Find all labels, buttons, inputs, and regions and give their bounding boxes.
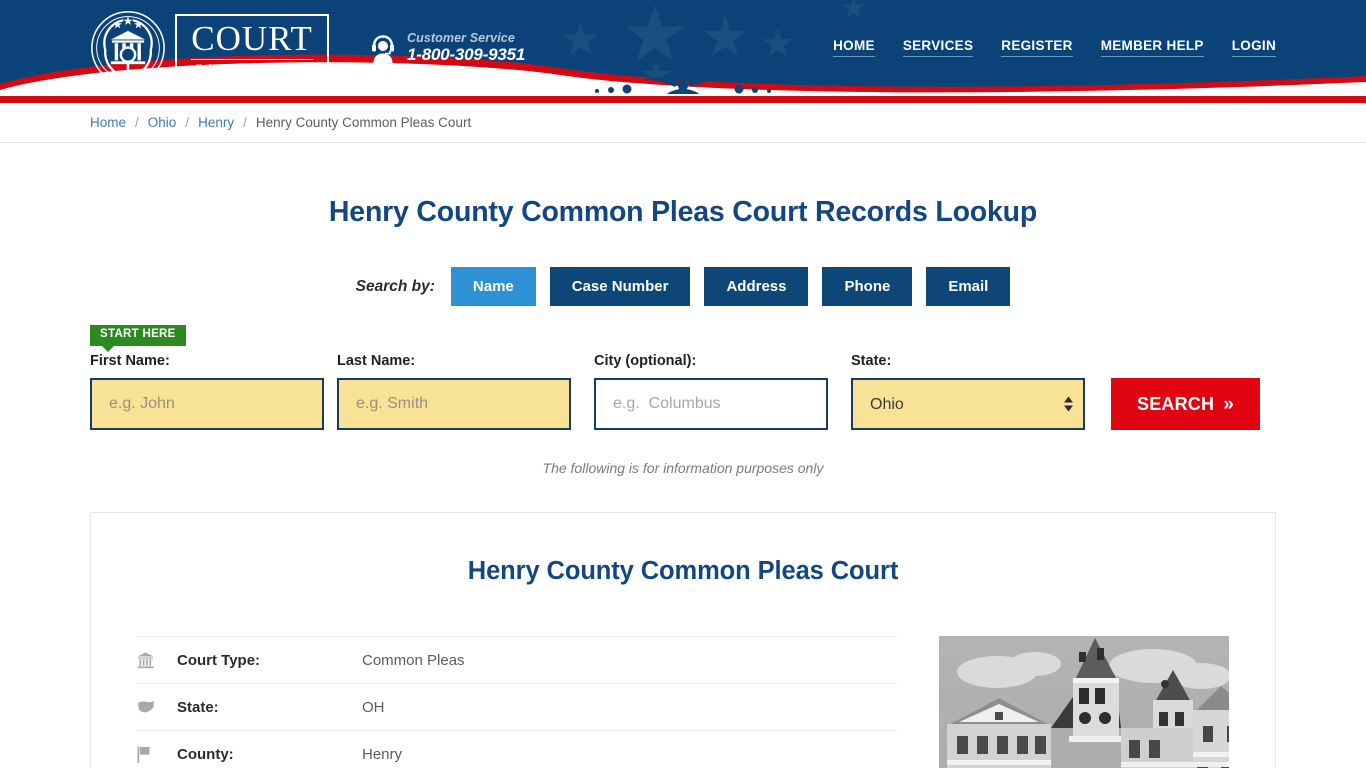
court-info-card: Henry County Common Pleas Court: [90, 512, 1276, 768]
tab-case-number[interactable]: Case Number: [550, 267, 691, 306]
courthouse-icon: [137, 652, 177, 669]
breadcrumb-separator: /: [135, 115, 139, 130]
nav-home[interactable]: HOME: [833, 38, 875, 57]
table-row: Court Type: Common Pleas: [137, 637, 897, 684]
customer-service-phone[interactable]: 1-800-309-9351: [407, 45, 525, 65]
breadcrumb-item-henry[interactable]: Henry: [198, 115, 234, 130]
breadcrumb-item-current: Henry County Common Pleas Court: [256, 115, 471, 130]
site-logo[interactable]: COURT CASE FINDER: [90, 10, 329, 86]
court-card-title: Henry County Common Pleas Court: [137, 557, 1229, 586]
nav-login[interactable]: LOGIN: [1232, 38, 1276, 57]
court-seal-icon: [90, 10, 166, 86]
search-button-label: SEARCH: [1137, 394, 1214, 415]
table-row: State: OH: [137, 684, 897, 731]
court-type-label: Court Type:: [177, 652, 362, 669]
logo-wordmark: COURT CASE FINDER: [175, 14, 329, 83]
city-label: City (optional):: [594, 353, 828, 369]
nav-services[interactable]: SERVICES: [903, 38, 973, 57]
record-search-form: First Name: Last Name: City (optional): …: [90, 353, 1276, 430]
court-details-table: Court Type: Common Pleas State: OH: [137, 636, 897, 768]
search-by-label: Search by:: [356, 278, 435, 296]
flag-icon: [137, 746, 177, 763]
breadcrumb-item-ohio[interactable]: Ohio: [148, 115, 177, 130]
state-row-value: OH: [362, 699, 385, 716]
page-title: Henry County Common Pleas Court Records …: [90, 143, 1276, 229]
customer-service-label: Customer Service: [407, 31, 525, 45]
county-row-label: County:: [177, 746, 362, 763]
last-name-label: Last Name:: [337, 353, 571, 369]
city-field-group: City (optional):: [594, 353, 828, 430]
tab-email[interactable]: Email: [926, 267, 1010, 306]
logo-subtitle: CASE FINDER: [191, 60, 313, 75]
breadcrumb-separator: /: [243, 115, 247, 130]
last-name-input[interactable]: [337, 378, 571, 430]
county-row-value: Henry: [362, 746, 402, 763]
breadcrumb-item-home[interactable]: Home: [90, 115, 126, 130]
first-name-input[interactable]: [90, 378, 324, 430]
breadcrumb: Home / Ohio / Henry / Henry County Commo…: [90, 115, 1276, 130]
table-row: County: Henry: [137, 731, 897, 768]
chevron-right-double-icon: »: [1223, 395, 1234, 414]
last-name-field-group: Last Name:: [337, 353, 571, 430]
court-card-body: Court Type: Common Pleas State: OH: [137, 636, 1229, 768]
disclaimer-text: The following is for information purpose…: [90, 460, 1276, 476]
state-row-label: State:: [177, 699, 362, 716]
tab-phone[interactable]: Phone: [822, 267, 912, 306]
main-content: Henry County Common Pleas Court Records …: [90, 143, 1276, 768]
headset-support-icon: [369, 33, 397, 63]
site-header: ★ ★ ★ ★ ★ ★: [0, 0, 1366, 96]
first-name-field-group: First Name:: [90, 353, 324, 430]
tab-name[interactable]: Name: [451, 267, 536, 306]
us-map-icon: [137, 700, 177, 714]
header-red-stripe: [0, 96, 1366, 103]
state-select[interactable]: Ohio: [851, 378, 1085, 430]
breadcrumb-bar: Home / Ohio / Henry / Henry County Commo…: [0, 103, 1366, 143]
state-label: State:: [851, 353, 1085, 369]
nav-member-help[interactable]: MEMBER HELP: [1101, 38, 1204, 57]
state-field-group: State: Ohio: [851, 353, 1085, 430]
court-type-value: Common Pleas: [362, 652, 465, 669]
nav-register[interactable]: REGISTER: [1001, 38, 1072, 57]
breadcrumb-separator: /: [185, 115, 189, 130]
first-name-label: First Name:: [90, 353, 324, 369]
customer-service-block: Customer Service 1-800-309-9351: [369, 31, 525, 66]
courthouse-photo: [939, 636, 1229, 768]
tab-address[interactable]: Address: [704, 267, 808, 306]
city-input[interactable]: [594, 378, 828, 430]
start-here-row: START HERE: [90, 325, 1276, 347]
logo-word: COURT: [191, 21, 313, 60]
main-navigation: HOME SERVICES REGISTER MEMBER HELP LOGIN: [833, 38, 1276, 59]
start-here-badge: START HERE: [90, 325, 186, 346]
search-by-tabs: Search by: Name Case Number Address Phon…: [90, 267, 1276, 306]
state-select-wrap: Ohio: [851, 378, 1085, 430]
search-button[interactable]: SEARCH »: [1111, 378, 1260, 430]
